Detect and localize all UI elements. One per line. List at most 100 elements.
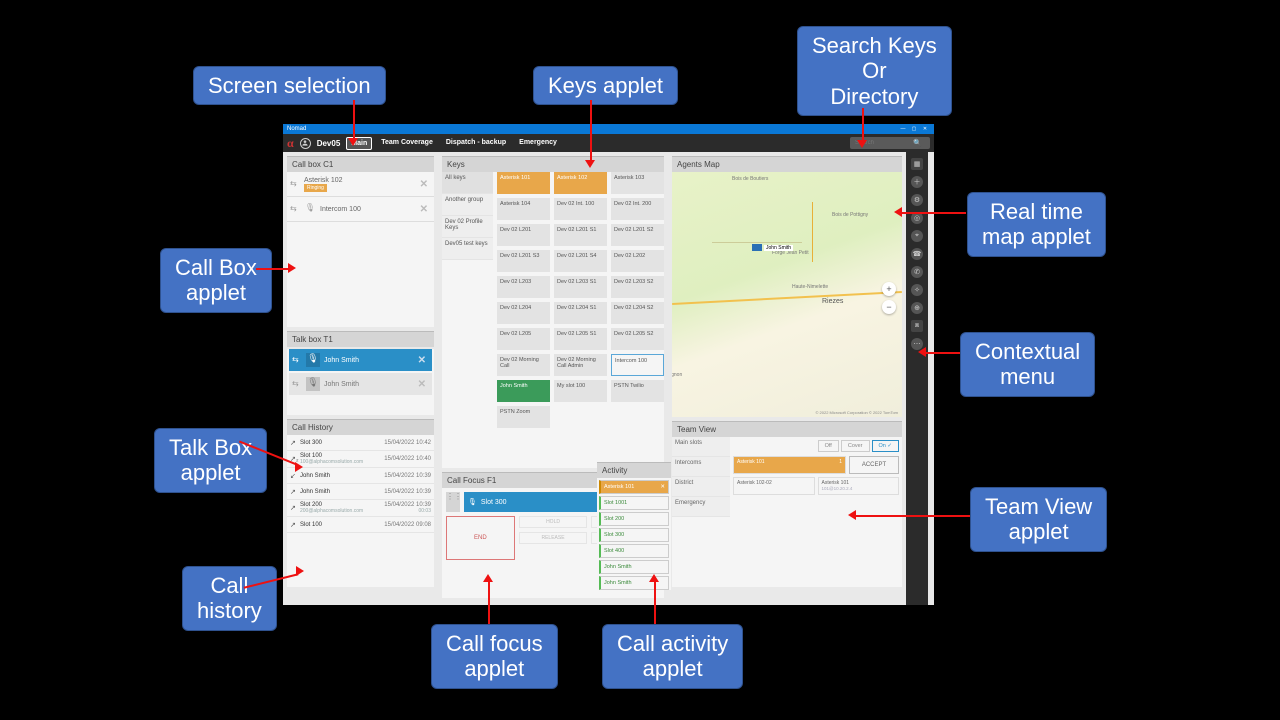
history-name: Slot 100 xyxy=(300,522,384,528)
teamview-section[interactable]: District xyxy=(672,477,730,497)
activity-row[interactable]: Slot 1001 xyxy=(599,496,669,510)
activity-row[interactable]: John Smith xyxy=(599,560,669,574)
talkbox-item-active[interactable]: ⇆ 🎙 John Smith ✕ xyxy=(289,349,432,371)
teamview-header: Team View xyxy=(672,421,902,437)
key-cell[interactable]: Dev 02 L204 S1 xyxy=(554,302,607,324)
key-cell[interactable]: Dev 02 Morning Call xyxy=(497,354,550,376)
activity-row[interactable]: Slot 400 xyxy=(599,544,669,558)
accept-button[interactable]: ACCEPT xyxy=(849,456,899,474)
activity-row[interactable]: Asterisk 101✕ xyxy=(599,480,669,494)
capture-icon[interactable]: ⧈ xyxy=(911,320,923,332)
key-group[interactable]: All keys xyxy=(442,172,493,194)
crosshair-icon[interactable]: ⊕ xyxy=(911,302,923,314)
nav-icon[interactable]: ⌖ xyxy=(911,230,923,242)
history-row[interactable]: ↗₂Slot 100100@alphacomsolution.com15/04/… xyxy=(287,451,434,468)
max-button[interactable]: ▢ xyxy=(909,126,919,132)
key-group[interactable]: Dev05 test keys xyxy=(442,238,493,260)
history-row[interactable]: ↗Slot 10015/04/2022 09:08 xyxy=(287,517,434,533)
key-cell[interactable]: Dev 02 L203 S2 xyxy=(611,276,664,298)
key-cell[interactable]: Asterisk 101 xyxy=(497,172,550,194)
history-name: Slot 300 xyxy=(300,440,384,446)
activity-row[interactable]: Slot 300 xyxy=(599,528,669,542)
history-row[interactable]: ↗Slot 30015/04/2022 10:42 xyxy=(287,435,434,451)
search-icon[interactable]: 🔍 xyxy=(913,139,922,147)
teamview-section[interactable]: Intercoms xyxy=(672,457,730,477)
talkbox-item[interactable]: ⇆ 🎙 John Smith ✕ xyxy=(289,373,432,395)
key-cell[interactable]: My slot 100 xyxy=(554,380,607,402)
key-cell[interactable]: Dev 02 L204 S2 xyxy=(611,302,664,324)
key-cell[interactable]: Asterisk 103 xyxy=(611,172,664,194)
callbox-item[interactable]: ⇆ 🎙 Intercom 100 ✕ xyxy=(287,197,434,222)
key-cell[interactable]: John Smith xyxy=(497,380,550,402)
key-cell[interactable]: Dev 02 L201 S2 xyxy=(611,224,664,246)
key-cell[interactable]: Dev 02 L201 xyxy=(497,224,550,246)
tab-team-coverage[interactable]: Team Coverage xyxy=(377,137,437,150)
map-place-label: Bois de Pottigny xyxy=(832,212,868,218)
key-cell[interactable]: PSTN Zoom xyxy=(497,406,550,428)
map-applet: Agents Map Bois de Boutiers Bois de Pott… xyxy=(672,156,902,417)
compass-icon[interactable]: ✧ xyxy=(911,284,923,296)
end-button[interactable]: END xyxy=(446,516,515,560)
share-icon: ⇆ xyxy=(290,179,300,189)
key-cell[interactable]: Dev 02 L205 S1 xyxy=(554,328,607,350)
share-icon: ⇆ xyxy=(292,355,302,365)
close-icon[interactable]: ✕ xyxy=(415,355,429,366)
keypad-icon[interactable]: ⋮⋮⋮ xyxy=(446,492,460,512)
focus-slot-label: Slot 300 xyxy=(481,499,507,506)
key-cell[interactable]: Dev 02 L205 xyxy=(497,328,550,350)
zoom-in-button[interactable]: + xyxy=(882,282,896,296)
tv-slot-chip[interactable]: Asterisk 101 101@10.20.2.4 xyxy=(818,477,900,495)
history-row[interactable]: ↙John Smith15/04/2022 10:39 xyxy=(287,468,434,484)
hold-button[interactable]: HOLD xyxy=(519,516,588,528)
key-cell[interactable]: Intercom 100 xyxy=(611,354,664,376)
key-cell[interactable]: Dev 02 L204 xyxy=(497,302,550,324)
key-cell[interactable]: Dev 02 L205 S2 xyxy=(611,328,664,350)
zoom-out-button[interactable]: − xyxy=(882,300,896,314)
history-row[interactable]: ↗John Smith15/04/2022 10:39 xyxy=(287,484,434,500)
history-row[interactable]: ↗Slot 200200@alphacomsolution.com15/04/2… xyxy=(287,500,434,517)
key-cell[interactable]: Dev 02 L203 xyxy=(497,276,550,298)
map-agent-marker[interactable]: John Smith xyxy=(752,244,793,251)
key-cell[interactable]: Dev 02 Int. 100 xyxy=(554,198,607,220)
map-canvas[interactable]: Bois de Boutiers Bois de Pottigny Forge … xyxy=(672,172,902,417)
key-cell[interactable]: Dev 02 L201 S4 xyxy=(554,250,607,272)
ringing-badge: Ringing xyxy=(304,184,327,192)
tab-emergency[interactable]: Emergency xyxy=(515,137,561,150)
key-group[interactable]: Dev 02 Profile Keys xyxy=(442,216,493,238)
gear-icon[interactable]: ⚙ xyxy=(911,194,923,206)
tv-slot-chip[interactable]: Asterisk 101 1 xyxy=(733,456,846,474)
tv-cover-button[interactable]: Cover xyxy=(841,440,870,452)
min-button[interactable]: — xyxy=(898,126,908,132)
tv-off-button[interactable]: Off xyxy=(818,440,839,452)
teamview-section[interactable]: Emergency xyxy=(672,497,730,517)
release-button[interactable]: RELEASE xyxy=(519,532,588,544)
key-group[interactable]: Another group xyxy=(442,194,493,216)
tab-dispatch-backup[interactable]: Dispatch - backup xyxy=(442,137,510,150)
tv-slot-chip[interactable]: Asterisk 102-02 xyxy=(733,477,815,495)
plus-circle-icon[interactable]: ＋ xyxy=(911,176,923,188)
callbox-item[interactable]: ⇆ Asterisk 102 Ringing ✕ xyxy=(287,172,434,197)
key-cell[interactable]: Dev 02 L201 S1 xyxy=(554,224,607,246)
key-cell[interactable]: PSTN Twilio xyxy=(611,380,664,402)
contextual-menu: ▦＋⚙◎⌖☎✆✧⊕⧈⋯ xyxy=(906,152,928,605)
key-cell[interactable]: Asterisk 102 xyxy=(554,172,607,194)
close-icon[interactable]: ✕ xyxy=(417,179,431,190)
teamview-section[interactable]: Main slots xyxy=(672,437,730,457)
history-name: John Smith xyxy=(300,473,384,479)
user-avatar-icon[interactable] xyxy=(300,138,311,149)
close-button[interactable]: ✕ xyxy=(920,126,930,132)
key-cell[interactable]: Dev 02 L202 xyxy=(611,250,664,272)
phone-out-icon[interactable]: ✆ xyxy=(911,266,923,278)
phone-in-icon[interactable]: ☎ xyxy=(911,248,923,260)
close-icon[interactable]: ✕ xyxy=(415,379,429,390)
close-icon[interactable]: ✕ xyxy=(417,204,431,215)
key-cell[interactable]: Dev 02 L201 S3 xyxy=(497,250,550,272)
grid-icon[interactable]: ▦ xyxy=(911,158,923,170)
key-cell[interactable]: Dev 02 Int. 200 xyxy=(611,198,664,220)
key-cell[interactable]: Dev 02 L203 S1 xyxy=(554,276,607,298)
activity-row[interactable]: Slot 200 xyxy=(599,512,669,526)
key-cell[interactable]: Dev 02 Morning Call Admin xyxy=(554,354,607,376)
close-icon[interactable]: ✕ xyxy=(660,484,665,490)
key-cell[interactable]: Asterisk 104 xyxy=(497,198,550,220)
tv-on-button[interactable]: On ✓ xyxy=(872,440,899,452)
